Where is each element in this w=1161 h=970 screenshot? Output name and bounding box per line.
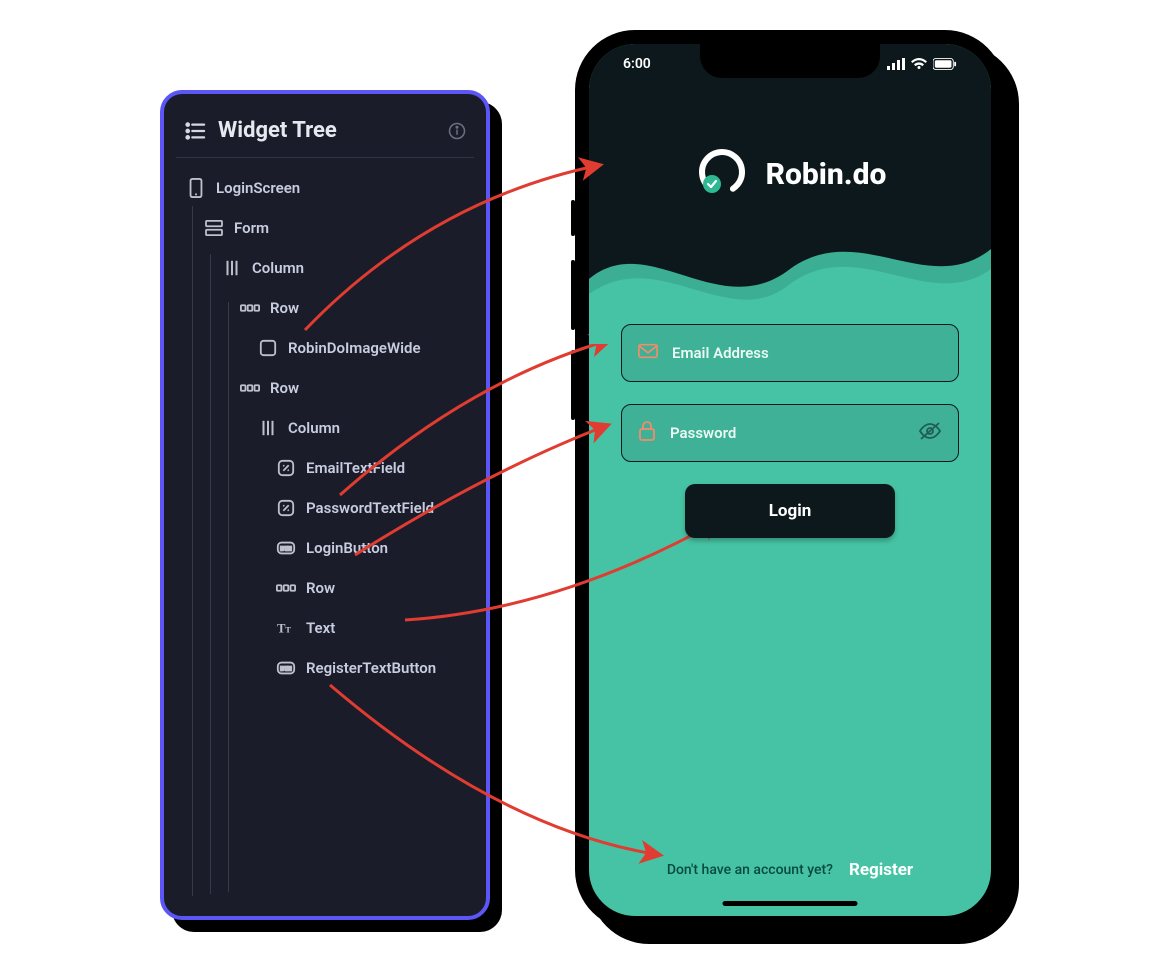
tree-node-label: Text <box>306 619 335 637</box>
app-logo-icon <box>694 144 750 204</box>
info-icon[interactable] <box>448 122 466 140</box>
tree-node-login-button[interactable]: BTN LoginButton <box>180 528 474 568</box>
visibility-off-icon[interactable] <box>918 421 942 445</box>
tree-node-register-button[interactable]: BTN RegisterTextButton <box>180 648 474 688</box>
register-row: Don't have an account yet? Register <box>589 860 991 880</box>
login-form: Email Address Password Login <box>621 324 959 538</box>
tree-node-row[interactable]: Row <box>180 568 474 608</box>
tree-node-label: PasswordTextField <box>306 499 434 517</box>
widget-tree-body: LoginScreen Form Column Row RobinDoImage <box>176 158 474 688</box>
tree-node-form[interactable]: Form <box>180 208 474 248</box>
image-widget-icon <box>258 338 278 358</box>
widget-tree-panel: Widget Tree LoginScreen Form <box>160 90 490 920</box>
phone-side-button <box>1005 280 1009 380</box>
text-widget-icon: TT <box>276 618 296 638</box>
svg-text:BTN: BTN <box>280 667 291 673</box>
tree-node-label: LoginButton <box>306 539 388 557</box>
tree-node-label: Column <box>288 419 340 437</box>
form-icon <box>204 218 224 238</box>
tree-node-password-field[interactable]: PasswordTextField <box>180 488 474 528</box>
register-text-button[interactable]: Register <box>849 860 913 880</box>
tree-node-label: LoginScreen <box>216 179 300 197</box>
tree-node-label: Row <box>306 579 335 597</box>
column-icon <box>222 258 242 278</box>
row-icon <box>240 298 260 318</box>
tree-node-image[interactable]: RobinDoImageWide <box>180 328 474 368</box>
register-question-text: Don't have an account yet? <box>667 862 833 878</box>
tree-node-email-field[interactable]: EmailTextField <box>180 448 474 488</box>
status-time: 6:00 <box>623 56 651 72</box>
phone-side-button <box>571 260 575 330</box>
row-icon <box>276 578 296 598</box>
phone-notch <box>700 44 880 78</box>
column-icon <box>258 418 278 438</box>
battery-icon <box>933 58 957 70</box>
widget-tree-header: Widget Tree <box>176 108 474 158</box>
tree-node-label: EmailTextField <box>306 459 405 477</box>
email-field[interactable]: Email Address <box>621 324 959 382</box>
tree-node-label: Column <box>252 259 304 277</box>
password-field[interactable]: Password <box>621 404 959 462</box>
status-icons <box>887 56 957 72</box>
tree-node-label: RegisterTextButton <box>306 659 436 677</box>
textfield-icon <box>276 458 296 478</box>
widget-tree-title: Widget Tree <box>218 118 337 143</box>
svg-text:BTN: BTN <box>280 547 291 553</box>
login-button[interactable]: Login <box>685 484 895 538</box>
signal-icon <box>887 58 905 70</box>
phone-side-button <box>571 350 575 420</box>
tree-node-text[interactable]: TT Text <box>180 608 474 648</box>
home-indicator <box>723 901 858 906</box>
svg-text:T: T <box>285 624 291 634</box>
tree-node-column[interactable]: Column <box>180 248 474 288</box>
tree-node-label: Row <box>270 299 299 317</box>
wifi-icon <box>911 58 927 70</box>
email-placeholder: Email Address <box>672 344 769 362</box>
phone-side-button <box>571 200 575 236</box>
email-icon <box>638 343 658 363</box>
app-logo-row: Robin.do <box>589 144 991 204</box>
row-icon <box>240 378 260 398</box>
button-widget-icon: BTN <box>276 658 296 678</box>
tree-node-label: Form <box>234 219 269 237</box>
phone-frame: 6:00 Robin.do <box>575 30 1005 930</box>
tree-node-row[interactable]: Row <box>180 368 474 408</box>
login-button-label: Login <box>769 501 812 521</box>
textfield-icon <box>276 498 296 518</box>
screen-icon <box>186 178 206 198</box>
button-widget-icon: BTN <box>276 538 296 558</box>
tree-node-row[interactable]: Row <box>180 288 474 328</box>
lock-icon <box>638 421 656 445</box>
phone-screen: 6:00 Robin.do <box>589 44 991 916</box>
app-brand-name: Robin.do <box>766 157 887 192</box>
tree-node-label: RobinDoImageWide <box>288 339 421 357</box>
tree-node-label: Row <box>270 379 299 397</box>
password-placeholder: Password <box>670 424 736 442</box>
list-icon <box>184 121 206 141</box>
tree-node-loginscreen[interactable]: LoginScreen <box>180 168 474 208</box>
tree-node-column[interactable]: Column <box>180 408 474 448</box>
